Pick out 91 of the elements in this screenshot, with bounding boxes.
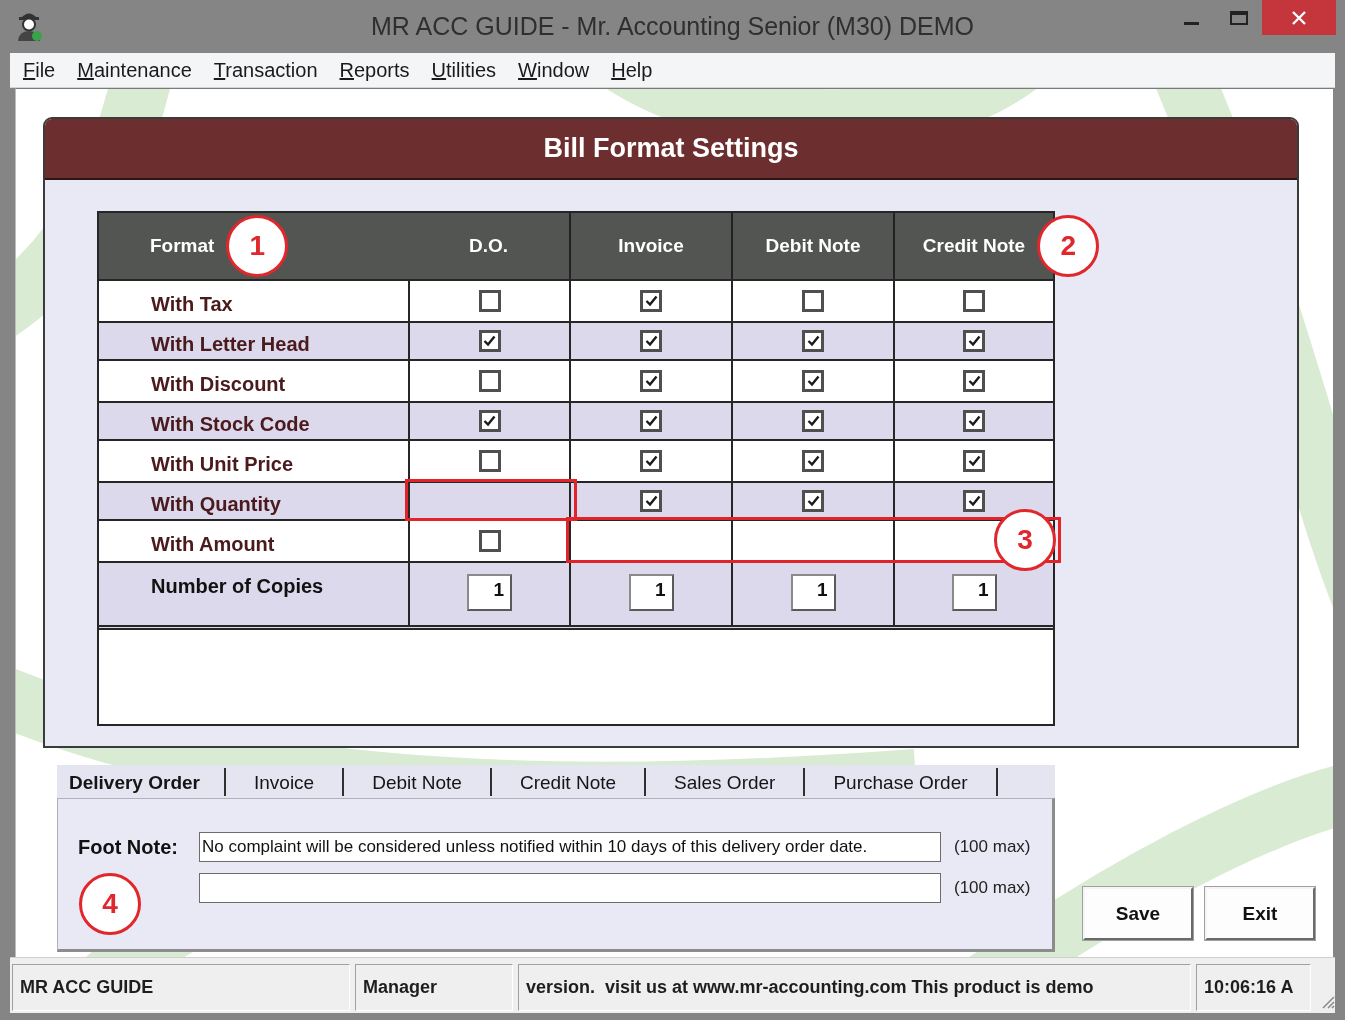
checkbox[interactable] <box>640 290 662 312</box>
checkmark-icon <box>806 375 820 387</box>
checkmark-icon <box>806 415 820 427</box>
checkbox[interactable] <box>802 290 824 312</box>
callout-marker: 1 <box>226 215 289 277</box>
tab[interactable]: Invoice <box>225 768 345 796</box>
checkmark-icon <box>967 415 981 427</box>
column-header: Debit Note <box>765 235 861 256</box>
foot-note-input[interactable] <box>199 873 941 903</box>
row-label: With Quantity <box>151 492 281 516</box>
copies-input[interactable]: 1 <box>951 574 997 611</box>
row-label: Number of Copies <box>151 575 324 598</box>
close-button[interactable] <box>1262 0 1336 35</box>
checkbox[interactable] <box>478 290 501 312</box>
checkmark-icon <box>806 455 820 467</box>
checkmark-icon <box>806 335 820 347</box>
checkbox[interactable] <box>478 410 501 432</box>
checkmark-icon <box>967 335 981 347</box>
status-panel: Manager <box>355 964 513 1011</box>
checkbox[interactable] <box>640 490 662 512</box>
row-label: With Discount <box>151 372 286 396</box>
close-icon <box>1292 10 1306 25</box>
menu-item[interactable]: Window <box>518 58 590 82</box>
checkbox[interactable] <box>802 370 824 392</box>
status-panel: MR ACC GUIDE <box>12 964 350 1011</box>
checkmark-icon <box>967 455 981 467</box>
checkmark-icon <box>483 335 496 347</box>
callout-marker: 4 <box>79 873 141 935</box>
checkmark-icon <box>644 295 658 307</box>
tab[interactable]: Purchase Order <box>805 768 998 796</box>
row-label: With Unit Price <box>151 452 294 476</box>
checkmark-icon <box>644 415 658 427</box>
length-hint: (100 max) <box>954 837 1031 857</box>
checkbox[interactable] <box>963 490 985 512</box>
checkbox[interactable] <box>963 410 985 432</box>
panel-title: Bill Format Settings <box>543 133 799 164</box>
tab[interactable]: Credit Note <box>491 768 647 796</box>
checkbox[interactable] <box>802 330 824 352</box>
status-panel: 10:06:16 A <box>1196 964 1311 1011</box>
row-label: With Tax <box>151 292 233 316</box>
checkmark-icon <box>483 415 496 427</box>
callout-marker: 2 <box>1037 215 1100 277</box>
checkbox[interactable] <box>963 330 985 352</box>
column-header: Format <box>150 235 215 256</box>
maximize-icon[interactable] <box>1230 11 1248 25</box>
window-title: MR ACC GUIDE - Mr. Accounting Senior (M30) DEMO <box>371 12 974 42</box>
menu-item[interactable]: Reports <box>339 58 410 82</box>
checkbox[interactable] <box>640 450 662 472</box>
checkbox[interactable] <box>963 450 985 472</box>
column-header: Invoice <box>618 235 684 256</box>
column-header: Credit Note <box>922 235 1026 256</box>
checkbox[interactable] <box>963 370 985 392</box>
field-label: Foot Note: <box>78 835 179 860</box>
copies-input[interactable]: 1 <box>790 574 836 611</box>
checkbox[interactable] <box>478 530 501 552</box>
checkmark-icon <box>967 495 981 507</box>
checkmark-icon <box>644 375 658 387</box>
checkbox[interactable] <box>963 290 985 312</box>
checkbox[interactable] <box>478 450 501 472</box>
status-panel: version. visit us at www.mr-accounting.com This product is demo <box>518 964 1191 1011</box>
tab[interactable]: Sales Order <box>646 768 806 796</box>
checkbox[interactable] <box>478 370 501 392</box>
length-hint: (100 max) <box>954 878 1031 898</box>
copies-input[interactable]: 1 <box>467 574 512 611</box>
checkmark-icon <box>644 335 658 347</box>
checkbox[interactable] <box>640 370 662 392</box>
menu-item[interactable]: Transaction <box>213 58 318 82</box>
menu-item[interactable]: Maintenance <box>77 58 192 82</box>
menu-item[interactable]: Utilities <box>431 58 497 82</box>
action-button[interactable]: Save <box>1083 887 1193 940</box>
row-label: With Letter Head <box>151 332 310 356</box>
row-label: With Stock Code <box>151 412 310 436</box>
menu-item[interactable]: Help <box>611 58 653 82</box>
checkbox[interactable] <box>478 330 501 352</box>
menu-item[interactable]: File <box>23 58 56 82</box>
tab[interactable]: Delivery Order <box>57 768 226 796</box>
foot-note-input[interactable]: No complaint will be considered unless notified within 10 days of this delivery order date. <box>199 832 941 862</box>
tab[interactable]: Debit Note <box>344 768 492 796</box>
row-label: With Amount <box>151 532 275 556</box>
action-button[interactable]: Exit <box>1205 887 1315 940</box>
checkbox[interactable] <box>802 410 824 432</box>
checkmark-icon <box>644 495 658 507</box>
checkmark-icon <box>644 455 658 467</box>
checkmark-icon <box>806 495 820 507</box>
checkbox[interactable] <box>802 450 824 472</box>
checkbox[interactable] <box>802 490 824 512</box>
checkbox[interactable] <box>640 410 662 432</box>
column-header: D.O. <box>468 235 509 256</box>
checkmark-icon <box>967 375 981 387</box>
copies-input[interactable]: 1 <box>628 574 674 611</box>
checkbox[interactable] <box>640 330 662 352</box>
